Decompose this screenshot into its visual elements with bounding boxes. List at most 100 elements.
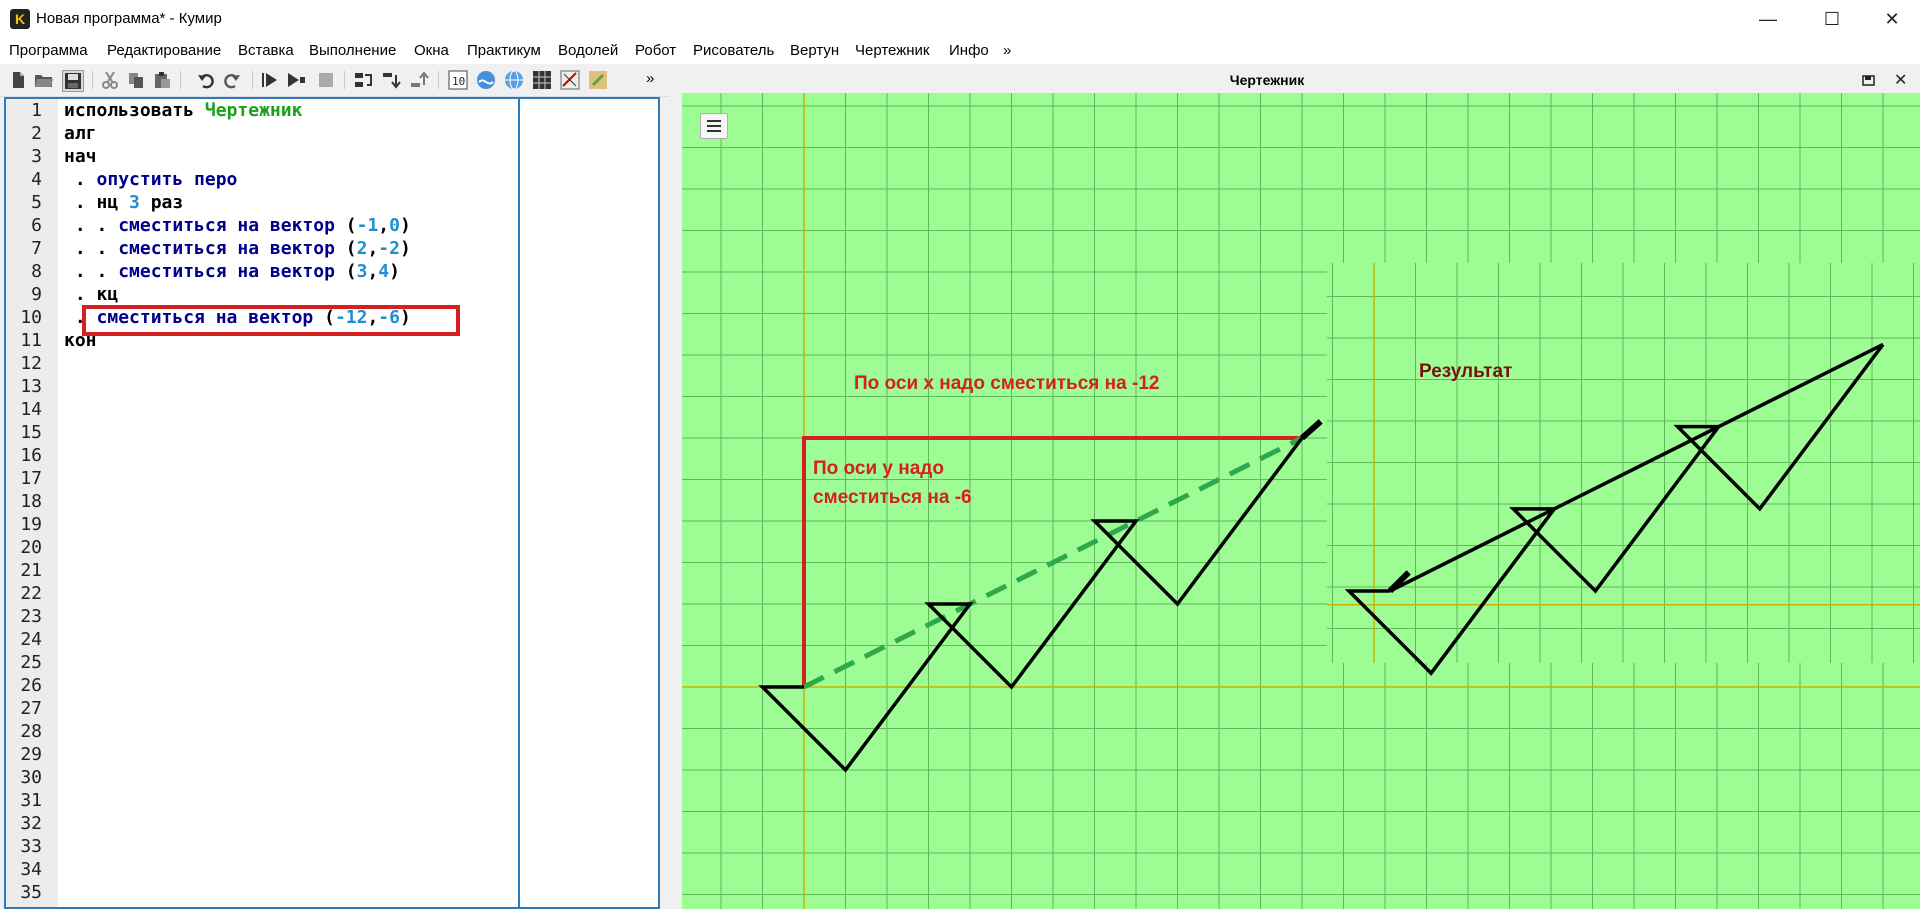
line-number: 11 <box>20 330 42 351</box>
new-file-icon[interactable] <box>8 70 28 90</box>
code-token: 0 <box>389 215 400 236</box>
code-token: сместиться на вектор <box>118 238 346 259</box>
menu-painter[interactable]: Рисователь <box>693 42 774 59</box>
code-token: -1 <box>356 215 379 236</box>
line-number: 10 <box>20 307 42 328</box>
maximize-button[interactable]: ☐ <box>1804 0 1860 38</box>
menu-windows[interactable]: Окна <box>414 42 449 59</box>
drawer-panel-title: Чертежник <box>1229 72 1305 88</box>
menu-icon[interactable] <box>700 113 728 139</box>
line-number: 22 <box>20 583 42 604</box>
menu-robot[interactable]: Робот <box>635 42 676 59</box>
stop-icon[interactable] <box>316 70 336 90</box>
step-over-icon[interactable] <box>354 70 374 90</box>
code-token: -2 <box>378 238 400 259</box>
line-number: 15 <box>20 422 42 443</box>
save-icon[interactable] <box>62 70 84 92</box>
run-icon[interactable] <box>260 70 280 90</box>
menu-vertun[interactable]: Вертун <box>790 42 839 59</box>
toolbar: 10 » <box>0 64 670 97</box>
copy-icon[interactable] <box>126 70 146 90</box>
step-out-icon[interactable] <box>410 70 430 90</box>
line-number: 20 <box>20 537 42 558</box>
line-number: 2 <box>31 123 42 144</box>
toolbar-overflow-button[interactable]: » <box>646 70 654 87</box>
code-line[interactable]: использовать Чертежник <box>64 100 302 121</box>
window-title: Новая программа* - Кумир <box>36 10 222 27</box>
kumir-app-icon: K <box>10 9 30 29</box>
menu-program[interactable]: Программа <box>9 42 88 59</box>
menu-practicum[interactable]: Практикум <box>467 42 541 59</box>
code-editor[interactable]: 1 2 3 4 5 6 7 8 9 10 11 12 13 14 15 16 17 18 19 20 21 22 23 24 2… <box>4 97 660 909</box>
line-number: 8 <box>31 261 42 282</box>
menu-insert[interactable]: Вставка <box>238 42 294 59</box>
line-number: 19 <box>20 514 42 535</box>
panel-close-icon[interactable]: ✕ <box>1894 70 1907 90</box>
line-number: 14 <box>20 399 42 420</box>
drawer-canvas[interactable]: По оси х надо сместиться на -12 По оси у… <box>682 93 1920 909</box>
code-token: 3 <box>356 261 368 282</box>
code-line[interactable]: алг <box>64 123 97 144</box>
counter-icon[interactable]: 10 <box>448 70 468 90</box>
result-label: Результат <box>1419 361 1513 382</box>
close-button[interactable]: ✕ <box>1864 0 1920 38</box>
line-number: 33 <box>20 836 42 857</box>
code-token: , <box>367 261 379 282</box>
minimize-button[interactable]: — <box>1740 0 1796 38</box>
code-token: , <box>378 215 390 236</box>
code-line[interactable]: . . сместиться на вектор (3,4) <box>64 261 400 282</box>
menu-more[interactable]: » <box>1003 42 1011 59</box>
line-number: 25 <box>20 652 42 673</box>
line-number: 5 <box>31 192 42 213</box>
code-token: ( <box>345 238 357 259</box>
code-line[interactable]: . . сместиться на вектор (2,-2) <box>64 238 411 259</box>
line-number: 3 <box>31 146 42 167</box>
paste-icon[interactable] <box>152 70 172 90</box>
menu-bar: Программа Редактирование Вставка Выполне… <box>0 38 1920 64</box>
line-number: 13 <box>20 376 42 397</box>
line-number: 17 <box>20 468 42 489</box>
code-line[interactable]: . нц 3 раз <box>64 192 183 213</box>
run-step-icon[interactable] <box>286 70 306 90</box>
menu-edit[interactable]: Редактирование <box>107 42 221 59</box>
open-folder-icon[interactable] <box>34 70 54 90</box>
code-token: опустить перо <box>96 169 238 190</box>
code-token: ) <box>399 238 411 259</box>
highlighted-line-box <box>82 305 460 336</box>
code-line[interactable]: нач <box>64 146 97 167</box>
undock-icon[interactable] <box>1862 73 1876 87</box>
editor-margin-divider <box>518 99 520 907</box>
line-number: 21 <box>20 560 42 581</box>
line-number: 27 <box>20 698 42 719</box>
grid-icon[interactable] <box>532 70 552 90</box>
code-token: сместиться на вектор <box>118 215 346 236</box>
code-line[interactable]: . опустить перо <box>64 169 238 190</box>
turtle-icon[interactable] <box>560 70 580 90</box>
line-number: 9 <box>31 284 42 305</box>
menu-run[interactable]: Выполнение <box>309 42 396 59</box>
redo-icon[interactable] <box>222 70 242 90</box>
line-number: 23 <box>20 606 42 627</box>
cut-icon[interactable] <box>100 70 120 90</box>
undo-icon[interactable] <box>196 70 216 90</box>
water-icon[interactable] <box>476 70 496 90</box>
menu-vodoley[interactable]: Водолей <box>558 42 618 59</box>
code-line[interactable]: . . сместиться на вектор (-1,0) <box>64 215 411 236</box>
line-number: 34 <box>20 859 42 880</box>
brush-icon[interactable] <box>588 70 608 90</box>
code-token: . <box>64 192 97 213</box>
line-number: 1 <box>31 100 42 121</box>
code-token: . . <box>64 238 119 259</box>
line-number: 18 <box>20 491 42 512</box>
globe-icon[interactable] <box>504 70 524 90</box>
code-token: Чертежник <box>204 100 303 121</box>
code-line[interactable]: . кц <box>64 284 118 305</box>
line-number: 30 <box>20 767 42 788</box>
menu-drawer[interactable]: Чертежник <box>855 42 930 59</box>
step-into-icon[interactable] <box>382 70 402 90</box>
annotation-y-shift-line2: сместиться на -6 <box>813 487 972 508</box>
menu-info[interactable]: Инфо <box>949 42 989 59</box>
code-token: сместиться на вектор <box>118 261 346 282</box>
title-bar: K Новая программа* - Кумир — ☐ ✕ <box>0 0 1920 38</box>
code-token: алг <box>64 123 97 144</box>
